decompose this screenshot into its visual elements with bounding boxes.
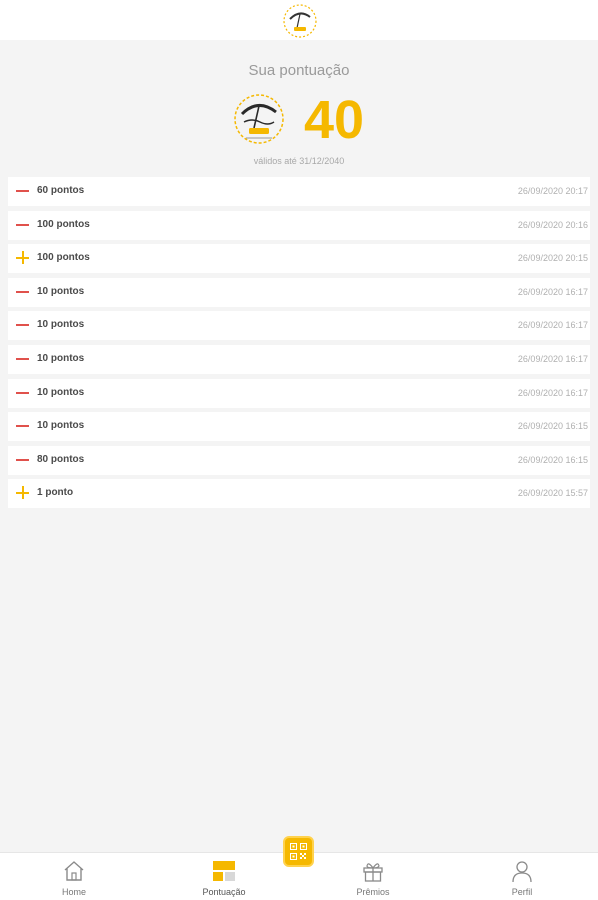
points-board-icon — [213, 861, 235, 881]
transaction-row: 10 pontos 26/09/2020 16:17 — [8, 378, 590, 408]
qr-code-button[interactable] — [283, 836, 314, 867]
minus-icon — [15, 351, 31, 367]
transaction-amount: 100 pontos — [37, 218, 90, 230]
nav-profile-label: Perfil — [511, 887, 533, 897]
transaction-row: 100 pontos 26/09/2020 20:16 — [8, 210, 590, 240]
qr-code-icon — [290, 843, 307, 860]
nav-home[interactable]: Home — [24, 853, 124, 900]
transaction-amount: 10 pontos — [37, 420, 85, 432]
points-validity: válidos até 31/12/2040 — [253, 156, 345, 166]
minus-icon — [15, 385, 31, 401]
transaction-row: 80 pontos 26/09/2020 16:15 — [8, 445, 590, 475]
transaction-date: 26/09/2020 16:15 — [517, 421, 588, 432]
transaction-date: 26/09/2020 16:17 — [517, 353, 588, 364]
transaction-date: 26/09/2020 16:17 — [517, 286, 588, 297]
transaction-date: 26/09/2020 20:16 — [517, 219, 588, 230]
user-icon — [512, 861, 532, 883]
transaction-row: 10 pontos 26/09/2020 16:17 — [8, 311, 590, 341]
transaction-amount: 100 pontos — [37, 252, 90, 264]
minus-icon — [15, 284, 31, 300]
transaction-date: 26/09/2020 15:57 — [517, 488, 588, 499]
home-icon — [64, 861, 84, 881]
nav-rewards[interactable]: Prêmios — [323, 853, 423, 900]
score-title: Sua pontuação — [248, 62, 350, 79]
brand-logo-icon — [234, 94, 284, 144]
transaction-date: 26/09/2020 16:15 — [517, 454, 588, 465]
nav-points-label: Pontuação — [202, 887, 246, 897]
gift-icon — [363, 863, 383, 882]
transaction-row: 10 pontos 26/09/2020 16:17 — [8, 344, 590, 374]
transaction-row: 60 pontos 26/09/2020 20:17 — [8, 177, 590, 206]
transaction-date: 26/09/2020 20:17 — [517, 186, 588, 196]
minus-icon — [15, 418, 31, 434]
transaction-amount: 1 ponto — [37, 487, 74, 499]
minus-icon — [15, 452, 31, 468]
transactions-list: 60 pontos 26/09/2020 20:17 100 pontos 26/09… — [8, 177, 590, 513]
minus-icon — [15, 217, 31, 233]
transaction-date: 26/09/2020 16:17 — [517, 387, 588, 398]
transaction-amount: 10 pontos — [37, 319, 85, 331]
beach-umbrella-logo-icon — [283, 4, 317, 38]
points-balance: 40 — [304, 90, 365, 150]
top-bar — [0, 0, 598, 40]
transaction-row: 1 ponto 26/09/2020 15:57 — [8, 479, 590, 509]
transaction-amount: 10 pontos — [37, 352, 85, 364]
transaction-row: 100 pontos 26/09/2020 20:15 — [8, 244, 590, 274]
transaction-amount: 10 pontos — [37, 386, 85, 398]
transaction-date: 26/09/2020 16:17 — [517, 320, 588, 331]
plus-icon — [15, 250, 31, 266]
nav-rewards-label: Prêmios — [356, 887, 390, 897]
minus-icon — [15, 183, 31, 199]
nav-home-label: Home — [61, 887, 86, 897]
plus-icon — [15, 485, 31, 501]
minus-icon — [15, 317, 31, 333]
transaction-date: 26/09/2020 20:15 — [517, 253, 588, 264]
nav-points[interactable]: Pontuação — [174, 853, 274, 900]
transaction-row: 10 pontos 26/09/2020 16:15 — [8, 412, 590, 442]
nav-profile[interactable]: Perfil — [472, 853, 572, 900]
transaction-amount: 60 pontos — [37, 185, 85, 196]
transaction-amount: 80 pontos — [37, 453, 85, 465]
transaction-amount: 10 pontos — [37, 285, 85, 297]
transaction-row: 10 pontos 26/09/2020 16:17 — [8, 277, 590, 307]
